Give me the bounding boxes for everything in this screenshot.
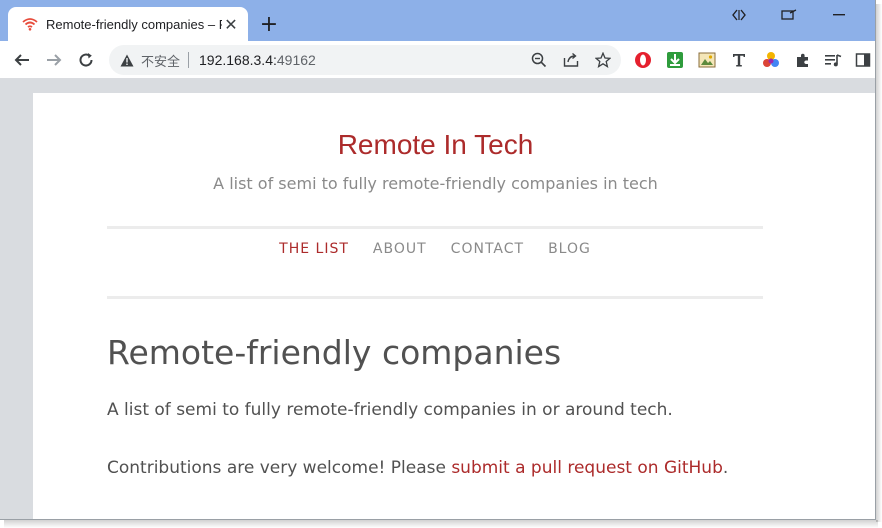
puzzle-icon[interactable] <box>793 50 813 70</box>
nav-item-about[interactable]: ABOUT <box>373 241 427 257</box>
nav-item-contact[interactable]: CONTACT <box>451 241 524 257</box>
playlist-icon[interactable] <box>823 50 843 70</box>
new-tab-button[interactable]: + <box>256 11 282 37</box>
address-bar[interactable]: 不安全 192.168.3.4:49162 <box>109 45 621 75</box>
tab-strip: Remote-friendly companies – R ✕ + <box>0 0 875 41</box>
security-status[interactable]: 不安全 <box>141 51 180 70</box>
github-pull-request-link[interactable]: submit a pull request on GitHub <box>451 458 723 478</box>
window-shadow-right <box>876 4 882 522</box>
site-nav: THE LIST ABOUT CONTACT BLOG <box>107 241 763 257</box>
opera-icon[interactable] <box>633 50 653 70</box>
site: Remote In Tech A list of semi to fully r… <box>0 79 875 519</box>
site-title[interactable]: Remote In Tech <box>0 129 871 161</box>
contribution-text: Contributions are very welcome! Please s… <box>107 458 728 478</box>
tab-search-icon[interactable] <box>726 4 752 26</box>
browser-window: Remote-friendly companies – R ✕ + 不安全 19… <box>0 0 876 520</box>
text-t-icon[interactable] <box>729 50 749 70</box>
warning-icon[interactable] <box>119 52 135 68</box>
contribution-prefix: Contributions are very welcome! Please <box>107 458 452 478</box>
colorful-dots-icon[interactable] <box>761 50 781 70</box>
arrow-right-icon[interactable] <box>40 46 68 74</box>
minimize-icon[interactable] <box>826 4 852 26</box>
zoom-icon[interactable] <box>531 52 547 68</box>
image-icon[interactable] <box>697 50 717 70</box>
page-heading: Remote-friendly companies <box>107 333 562 372</box>
restore-icon[interactable] <box>776 4 802 26</box>
nav-item-the-list[interactable]: THE LIST <box>279 241 349 257</box>
browser-toolbar: 不安全 192.168.3.4:49162 <box>0 41 875 79</box>
site-tagline: A list of semi to fully remote-friendly … <box>213 174 658 193</box>
intro-text: A list of semi to fully remote-friendly … <box>107 400 673 420</box>
star-icon[interactable] <box>595 52 611 68</box>
contribution-suffix: . <box>722 458 729 478</box>
address-divider <box>188 52 190 68</box>
wifi-icon <box>22 16 38 32</box>
arrow-left-icon[interactable] <box>8 46 36 74</box>
url-port: 49162 <box>276 52 316 68</box>
header-divider-top <box>107 226 763 229</box>
tab-title: Remote-friendly companies – R <box>46 16 222 32</box>
download-icon[interactable] <box>665 50 685 70</box>
share-icon[interactable] <box>563 52 579 68</box>
header-divider-bottom <box>107 296 763 299</box>
reload-icon[interactable] <box>72 46 100 74</box>
browser-tab[interactable]: Remote-friendly companies – R ✕ <box>8 7 248 41</box>
url-host: 192.168.3.4: <box>199 52 277 68</box>
close-icon[interactable]: ✕ <box>222 15 240 34</box>
url-text[interactable]: 192.168.3.4:49162 <box>199 52 316 68</box>
nav-item-blog[interactable]: BLOG <box>548 241 591 257</box>
side-panel-icon[interactable] <box>853 50 873 70</box>
window-shadow-bottom <box>4 520 878 528</box>
